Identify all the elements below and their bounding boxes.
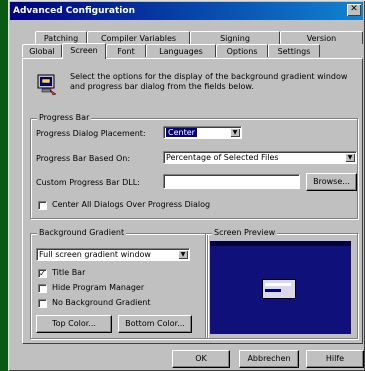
gradient-window-value: Full screen gradient window bbox=[39, 250, 151, 259]
tab-label: Signing bbox=[220, 34, 250, 43]
title-bar-checkbox[interactable]: ✓ bbox=[38, 269, 47, 278]
tab-label: Version bbox=[306, 34, 337, 43]
window-title: Advanced Configuration bbox=[13, 6, 135, 16]
based-on-select[interactable]: Percentage of Selected Files ▼ bbox=[163, 151, 357, 164]
monitor-icon bbox=[36, 74, 58, 96]
tab-label: Font bbox=[117, 47, 135, 56]
progress-bar-group-title: Progress Bar bbox=[37, 113, 92, 122]
screen-preview-canvas bbox=[210, 241, 351, 334]
hide-program-manager-label: Hide Program Manager bbox=[52, 283, 145, 292]
tab-label: Compiler Variables bbox=[100, 34, 177, 43]
tab-version[interactable]: Version bbox=[280, 31, 363, 44]
help-button[interactable]: Hilfe bbox=[306, 350, 364, 368]
placement-label: Progress Dialog Placement: bbox=[36, 129, 146, 138]
close-button[interactable]: ✕ bbox=[347, 4, 361, 16]
ok-button[interactable]: OK bbox=[172, 350, 230, 368]
placement-select[interactable]: Center ▼ bbox=[163, 126, 242, 139]
browse-button[interactable]: Browse... bbox=[306, 173, 357, 191]
tab-global[interactable]: Global bbox=[22, 44, 62, 57]
title-bar-label: Title Bar bbox=[52, 268, 86, 277]
dll-input[interactable] bbox=[163, 174, 300, 189]
tab-label: Settings bbox=[277, 47, 311, 56]
background-desktop bbox=[0, 0, 8, 371]
based-on-value: Percentage of Selected Files bbox=[166, 153, 279, 162]
top-color-button[interactable]: Top Color... bbox=[36, 315, 112, 333]
placement-value: Center bbox=[166, 128, 197, 137]
tab-options[interactable]: Options bbox=[216, 44, 268, 57]
tab-screen[interactable]: Screen bbox=[62, 43, 106, 59]
advanced-configuration-dialog: Advanced Configuration ✕ Patching Compil… bbox=[8, 0, 365, 371]
cancel-button[interactable]: Abbrechen bbox=[239, 350, 299, 368]
preview-progress-dialog bbox=[262, 279, 296, 299]
intro-text: Select the options for the display of th… bbox=[70, 72, 348, 91]
no-background-gradient-label: No Background Gradient bbox=[52, 298, 151, 307]
tab-settings[interactable]: Settings bbox=[268, 44, 320, 57]
gradient-window-select[interactable]: Full screen gradient window ▼ bbox=[36, 248, 190, 261]
tab-label: Patching bbox=[43, 34, 79, 43]
center-all-checkbox[interactable] bbox=[38, 201, 47, 210]
tab-label: Languages bbox=[159, 47, 203, 56]
tab-label: Global bbox=[29, 47, 55, 56]
center-all-label: Center All Dialogs Over Progress Dialog bbox=[52, 200, 211, 209]
background-gradient-group-title: Background Gradient bbox=[37, 228, 127, 237]
based-on-label: Progress Bar Based On: bbox=[36, 154, 131, 163]
tab-signing[interactable]: Signing bbox=[190, 31, 280, 44]
check-icon: ✓ bbox=[39, 269, 46, 278]
screen-preview-group-title: Screen Preview bbox=[212, 228, 278, 237]
tab-font[interactable]: Font bbox=[106, 44, 146, 57]
chevron-down-icon: ▼ bbox=[230, 128, 240, 137]
title-bar: Advanced Configuration ✕ bbox=[10, 2, 363, 20]
bottom-color-button[interactable]: Bottom Color... bbox=[118, 315, 192, 333]
hide-program-manager-checkbox[interactable] bbox=[38, 284, 47, 293]
chevron-down-icon: ▼ bbox=[178, 250, 188, 259]
tab-label: Screen bbox=[70, 46, 98, 55]
no-background-gradient-checkbox[interactable] bbox=[38, 299, 47, 308]
dll-label: Custom Progress Bar DLL: bbox=[36, 178, 140, 187]
tab-label: Options bbox=[226, 47, 258, 56]
tab-languages[interactable]: Languages bbox=[146, 44, 216, 57]
preview-title-bar bbox=[210, 241, 351, 246]
chevron-down-icon: ▼ bbox=[345, 153, 355, 162]
close-icon: ✕ bbox=[350, 4, 358, 14]
